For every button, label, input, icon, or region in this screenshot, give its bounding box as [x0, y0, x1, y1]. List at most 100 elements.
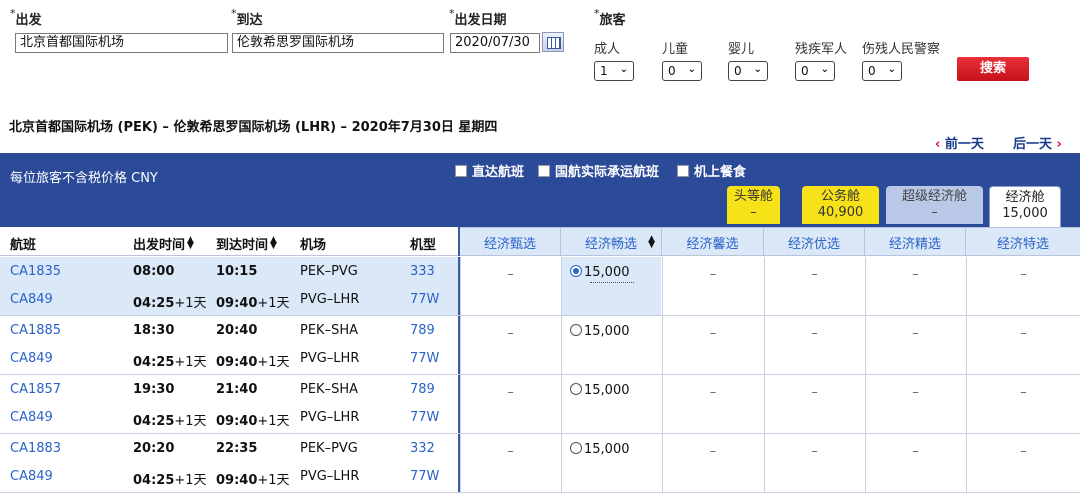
chevron-down-icon: ⌄ [687, 64, 696, 75]
fare-unavailable: – [507, 267, 514, 282]
adult-select[interactable]: 1 ⌄ [594, 61, 634, 81]
departure-time: 04:25+1天 [133, 473, 207, 488]
checkbox-icon[interactable] [455, 165, 467, 177]
flight-number-link[interactable]: CA1885 [10, 323, 61, 338]
aircraft-link[interactable]: 333 [410, 264, 435, 279]
filter-air-china-operated[interactable]: 国航实际承运航班 [538, 161, 659, 180]
chevron-down-icon: ⌄ [753, 64, 762, 75]
filter-direct[interactable]: 直达航班 [455, 161, 524, 180]
radio-icon[interactable] [570, 442, 582, 454]
arrival-time: 20:40 [216, 323, 258, 338]
table-row[interactable]: CA1857 19:30 21:40 PEK–SHA 789 CA849 04:25+1天 0… [0, 375, 1080, 434]
flight-number-link[interactable]: CA849 [10, 469, 53, 484]
fare-unavailable: – [811, 385, 818, 400]
fare-unavailable: – [1020, 267, 1027, 282]
arrival-time: 09:40+1天 [216, 414, 290, 429]
arrive-input[interactable]: 伦敦希思罗国际机场 [232, 33, 444, 53]
departure-time: 18:30 [133, 323, 175, 338]
flight-number-link[interactable]: CA1857 [10, 382, 61, 397]
date-input[interactable]: 2020/07/30 [450, 33, 540, 53]
airport-pair: PEK–PVG [300, 264, 358, 279]
aircraft-link[interactable]: 77W [410, 292, 439, 307]
fare-cell[interactable]: 15,000 [561, 434, 661, 492]
col-arr-time[interactable]: 到达时间 ▲ ▼ [216, 234, 277, 254]
results-header-bar: 每位旅客不含税价格 CNY 直达航班 国航实际承运航班 机上餐食 头等舱 – 公务… [0, 153, 1080, 227]
fare-cell: – [865, 316, 965, 374]
child-label: 儿童 [662, 42, 689, 57]
aircraft-link[interactable]: 789 [410, 323, 435, 338]
fare-unavailable: – [811, 326, 818, 341]
filter-meal[interactable]: 机上餐食 [677, 161, 746, 180]
disabled-police-select[interactable]: 0 ⌄ [862, 61, 902, 81]
aircraft-link[interactable]: 789 [410, 382, 435, 397]
fare-radio[interactable]: 15,000 [570, 383, 630, 398]
infant-select[interactable]: 0 ⌄ [728, 61, 768, 81]
aircraft-link[interactable]: 332 [410, 441, 435, 456]
depart-input[interactable]: 北京首都国际机场 [15, 33, 228, 53]
fare-unavailable: – [912, 385, 919, 400]
radio-icon[interactable] [570, 265, 582, 277]
calendar-icon[interactable] [542, 32, 564, 52]
departure-time: 19:30 [133, 382, 175, 397]
arrival-time: 09:40+1天 [216, 296, 290, 311]
fare-unavailable: – [709, 444, 717, 459]
aircraft-link[interactable]: 77W [410, 410, 439, 425]
departure-time: 04:25+1天 [133, 355, 207, 370]
table-header: 航班 出发时间 ▲ ▼ 到达时间 ▲ ▼ 机场 机型 经济甄选 经济畅选 ▲ ▼ 经济馨选 … [0, 227, 1080, 256]
departure-time: 20:20 [133, 441, 175, 456]
fare-cell: – [764, 375, 864, 433]
aircraft-link[interactable]: 77W [410, 469, 439, 484]
col-fare-1[interactable]: 经济畅选 ▲ ▼ [561, 233, 661, 253]
flight-number-link[interactable]: CA849 [10, 292, 53, 307]
sort-icon: ▲ ▼ [648, 234, 655, 250]
departure-time: 08:00 [133, 264, 175, 279]
fare-cell[interactable]: 15,000 [561, 257, 661, 315]
flight-number-link[interactable]: CA849 [10, 351, 53, 366]
fare-cell: – [966, 257, 1080, 315]
table-row[interactable]: CA1883 20:20 22:35 PEK–PVG 332 CA849 04:25+1天 0… [0, 434, 1080, 493]
radio-icon[interactable] [570, 324, 582, 336]
search-button[interactable]: 搜索 [957, 57, 1029, 81]
airport-pair: PVG–LHR [300, 469, 360, 484]
col-dep-time[interactable]: 出发时间 ▲ ▼ [133, 234, 194, 254]
fare-cell: – [460, 375, 560, 433]
fare-cell: – [460, 316, 560, 374]
sort-icon: ▲ ▼ [187, 235, 194, 251]
airport-pair: PEK–PVG [300, 441, 358, 456]
tab-premium-economy[interactable]: 超级经济舱 – [886, 186, 983, 224]
search-form: *出发 *到达 *出发日期 *旅客 北京首都国际机场 伦敦希思罗国际机场 202… [0, 0, 1080, 100]
tab-economy[interactable]: 经济舱 15,000 [989, 186, 1061, 227]
fare-radio[interactable]: 15,000 [570, 265, 630, 280]
col-fare-3: 经济优选 [787, 237, 840, 252]
tab-business-class[interactable]: 公务舱 40,900 [802, 186, 879, 224]
radio-icon[interactable] [570, 383, 582, 395]
fare-cell: – [662, 257, 763, 315]
passenger-label: *旅客 [594, 7, 626, 28]
fare-radio[interactable]: 15,000 [570, 324, 630, 339]
checkbox-icon[interactable] [677, 165, 689, 177]
prev-day-link[interactable]: ‹ 前一天 [935, 133, 984, 152]
fare-cell: – [662, 375, 763, 433]
sort-icon: ▲ ▼ [270, 235, 277, 251]
fare-radio[interactable]: 15,000 [570, 442, 630, 457]
table-row[interactable]: CA1835 08:00 10:15 PEK–PVG 333 CA849 04:25+1天 0… [0, 257, 1080, 316]
child-select[interactable]: 0 ⌄ [662, 61, 702, 81]
fare-cell: – [865, 257, 965, 315]
disabled-veteran-select[interactable]: 0 ⌄ [795, 61, 835, 81]
fare-cell: – [662, 316, 763, 374]
aircraft-link[interactable]: 77W [410, 351, 439, 366]
flight-number-link[interactable]: CA1883 [10, 441, 61, 456]
fare-cell[interactable]: 15,000 [561, 316, 661, 374]
next-day-link[interactable]: 后一天 › [1013, 133, 1062, 152]
checkbox-icon[interactable] [538, 165, 550, 177]
arrival-time: 21:40 [216, 382, 258, 397]
col-flight: 航班 [10, 238, 37, 253]
arrival-time: 22:35 [216, 441, 258, 456]
fare-unavailable: – [811, 267, 818, 282]
fare-cell[interactable]: 15,000 [561, 375, 661, 433]
fare-unavailable: – [1020, 385, 1027, 400]
flight-number-link[interactable]: CA849 [10, 410, 53, 425]
flight-number-link[interactable]: CA1835 [10, 264, 61, 279]
tab-first-class[interactable]: 头等舱 – [727, 186, 780, 224]
table-row[interactable]: CA1885 18:30 20:40 PEK–SHA 789 CA849 04:25+1天 0… [0, 316, 1080, 375]
